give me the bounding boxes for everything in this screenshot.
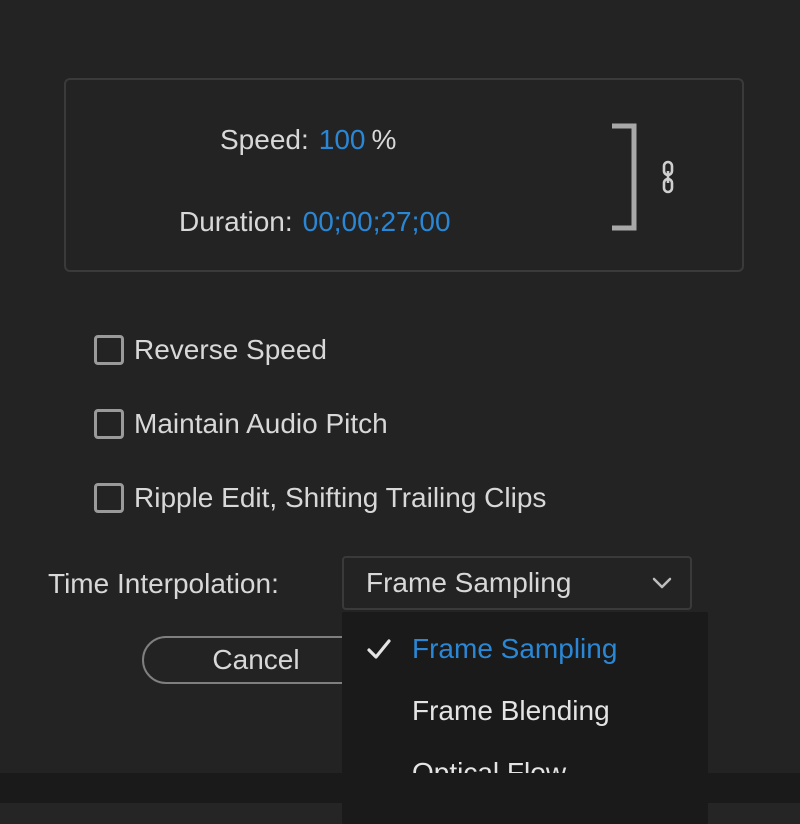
ripple-edit-label: Ripple Edit, Shifting Trailing Clips	[134, 482, 546, 514]
dialog-panel: Speed: 100 % Duration: 00;00;27;00 Rever…	[0, 0, 800, 773]
duration-label: Duration:	[179, 206, 293, 238]
maintain-audio-pitch-checkbox[interactable]: Maintain Audio Pitch	[94, 408, 388, 440]
speed-label: Speed:	[220, 124, 309, 156]
cancel-button[interactable]: Cancel	[142, 636, 370, 684]
reverse-speed-label: Reverse Speed	[134, 334, 327, 366]
menu-item-label: Frame Sampling	[412, 633, 617, 665]
checkbox-box-icon	[94, 409, 124, 439]
speed-duration-group: Speed: 100 % Duration: 00;00;27;00	[64, 78, 744, 272]
checkbox-box-icon	[94, 335, 124, 365]
menu-item-frame-blending[interactable]: Frame Blending	[342, 680, 708, 742]
link-icon[interactable]	[656, 160, 680, 194]
time-interpolation-selected: Frame Sampling	[366, 567, 571, 599]
duration-row: Duration: 00;00;27;00	[179, 206, 451, 246]
maintain-audio-pitch-label: Maintain Audio Pitch	[134, 408, 388, 440]
ripple-edit-checkbox[interactable]: Ripple Edit, Shifting Trailing Clips	[94, 482, 546, 514]
menu-item-label: Frame Blending	[412, 695, 610, 727]
checkmark-icon	[366, 636, 392, 662]
cancel-button-label: Cancel	[212, 644, 299, 676]
link-bracket-icon	[608, 122, 642, 232]
background-strip	[0, 773, 800, 803]
speed-value[interactable]: 100	[319, 124, 366, 156]
speed-unit: %	[371, 124, 396, 156]
speed-row: Speed: 100 %	[220, 124, 396, 164]
chevron-down-icon	[652, 576, 672, 590]
duration-value[interactable]: 00;00;27;00	[303, 206, 451, 238]
menu-item-frame-sampling[interactable]: Frame Sampling	[342, 618, 708, 680]
time-interpolation-select[interactable]: Frame Sampling	[342, 556, 692, 610]
reverse-speed-checkbox[interactable]: Reverse Speed	[94, 334, 327, 366]
time-interpolation-label: Time Interpolation:	[48, 568, 279, 600]
checkbox-box-icon	[94, 483, 124, 513]
